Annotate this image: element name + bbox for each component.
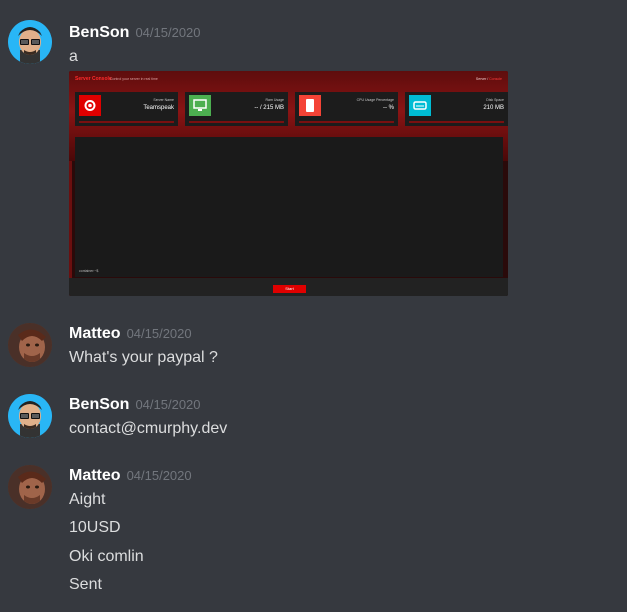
disk-icon <box>409 95 431 116</box>
stat-card-disk-space: Disk Space 210 MB <box>405 92 508 126</box>
card-value: -- / 215 MB <box>254 105 284 111</box>
message-group: Matteo 04/15/2020 Aight 10USD Oki comlin … <box>0 465 627 605</box>
username[interactable]: Matteo <box>69 467 121 484</box>
stat-card-ram-usage: Ram Usage -- / 215 MB <box>185 92 288 126</box>
cpu-icon <box>299 95 321 116</box>
card-value: 210 MB <box>483 105 504 111</box>
monitor-icon <box>189 95 211 116</box>
message-header: Matteo 04/15/2020 <box>69 467 192 485</box>
message-text: Aight <box>69 491 106 508</box>
timestamp[interactable]: 04/15/2020 <box>135 25 200 40</box>
attachment-breadcrumb: Server / Console <box>475 77 502 81</box>
message-text: Sent <box>69 576 102 593</box>
card-progress <box>299 121 394 123</box>
message-header: Matteo 04/15/2020 <box>69 325 192 343</box>
stat-card-server-name: Server Name Teamspeak <box>75 92 178 126</box>
card-value: Teamspeak <box>143 105 174 111</box>
avatar[interactable] <box>8 465 52 509</box>
username[interactable]: BenSon <box>69 396 129 413</box>
power-icon <box>79 95 101 116</box>
attachment-subtitle: Control your server in real time <box>110 77 158 81</box>
timestamp[interactable]: 04/15/2020 <box>135 397 200 412</box>
message-group: Matteo 04/15/2020 What's your paypal ? <box>0 323 627 373</box>
attachment-accent <box>69 161 72 296</box>
message-header: BenSon 04/15/2020 <box>69 396 201 414</box>
stat-card-cpu-usage: CPU Usage Percentage -- % <box>295 92 398 126</box>
username[interactable]: Matteo <box>69 325 121 342</box>
start-button: Start <box>273 285 306 293</box>
card-label: Ram Usage <box>265 98 284 102</box>
avatar[interactable] <box>8 323 52 367</box>
attachment-title: Server Console <box>75 76 112 82</box>
message-text: contact@cmurphy.dev <box>69 420 228 437</box>
card-progress <box>409 121 504 123</box>
avatar[interactable] <box>8 394 52 438</box>
card-progress <box>79 121 174 123</box>
card-label: Server Name <box>153 98 174 102</box>
message-text: 10USD <box>69 519 121 536</box>
username[interactable]: BenSon <box>69 24 129 41</box>
breadcrumb-item: Server <box>475 77 487 81</box>
avatar[interactable] <box>8 20 52 64</box>
image-attachment[interactable]: Server Console Control your server in re… <box>69 71 508 296</box>
timestamp[interactable]: 04/15/2020 <box>127 468 192 483</box>
card-progress <box>189 121 284 123</box>
message-text: a <box>69 48 78 65</box>
console-prompt: container:~$ <box>79 269 99 273</box>
card-label: Disk Space <box>486 98 504 102</box>
message-group: BenSon 04/15/2020 contact@cmurphy.dev <box>0 394 627 444</box>
message-header: BenSon 04/15/2020 <box>69 24 201 42</box>
console-output: container:~$ <box>75 137 503 277</box>
timestamp[interactable]: 04/15/2020 <box>127 326 192 341</box>
breadcrumb-item-active: Console <box>489 77 502 81</box>
card-value: -- % <box>383 105 394 111</box>
message-text: What's your paypal ? <box>69 349 218 366</box>
message-text: Oki comlin <box>69 548 144 565</box>
card-label: CPU Usage Percentage <box>356 98 394 102</box>
